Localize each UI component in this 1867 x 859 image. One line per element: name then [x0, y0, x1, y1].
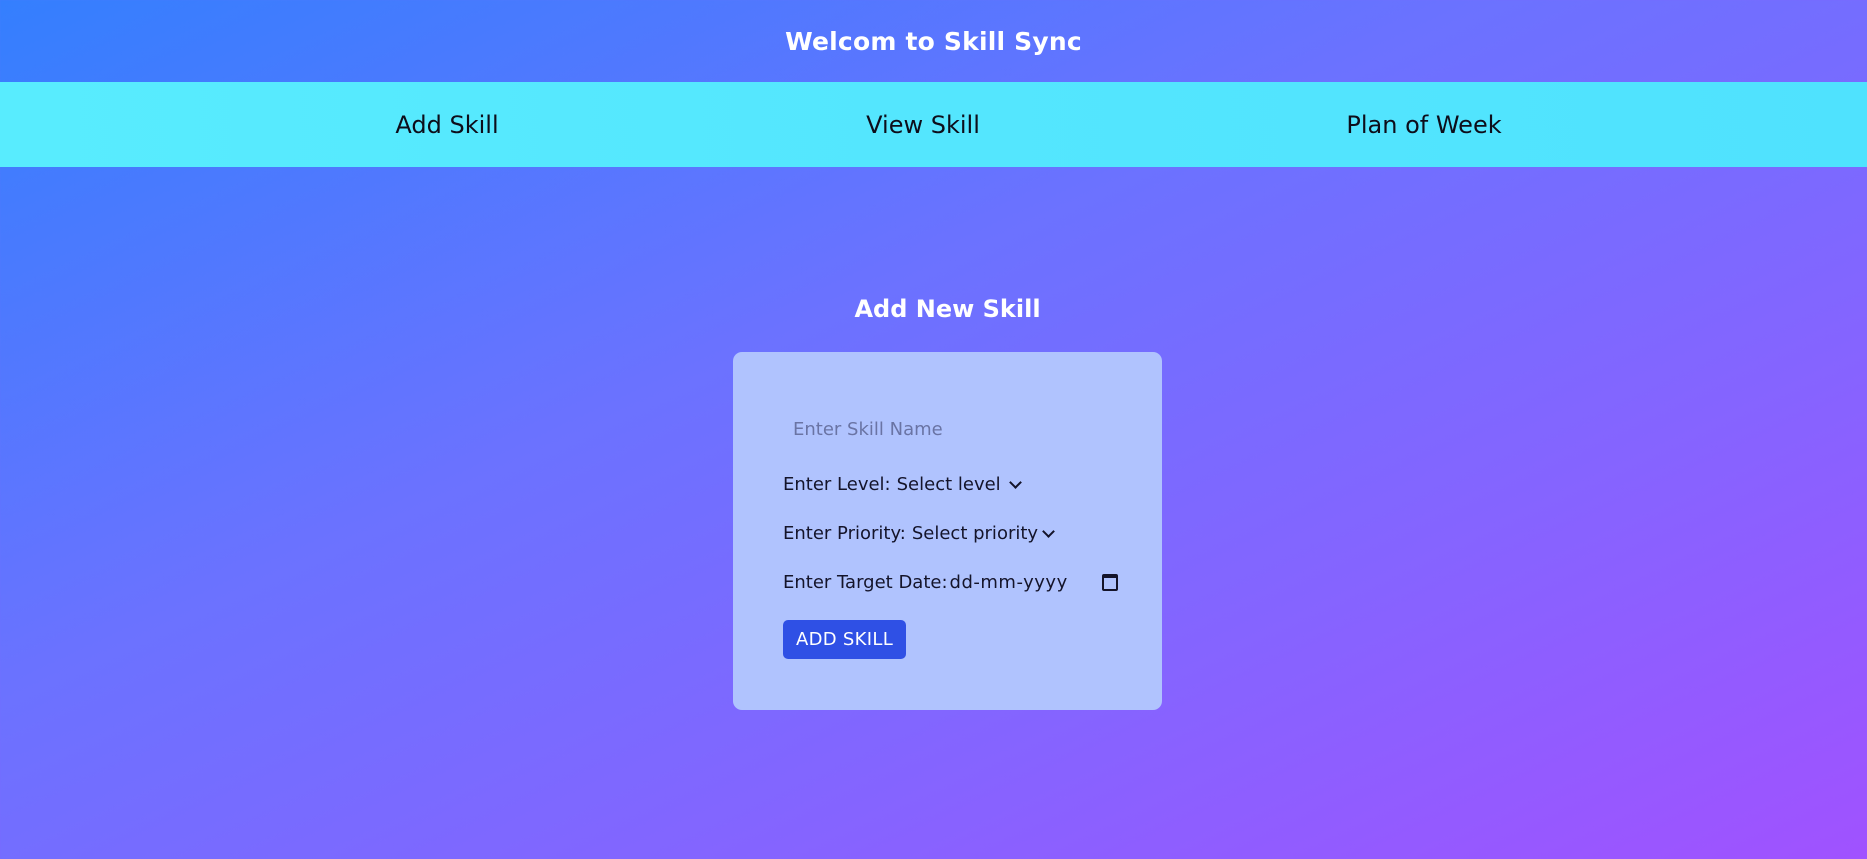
chevron-down-icon — [1008, 475, 1022, 489]
target-date-label: Enter Target Date: — [783, 572, 948, 593]
priority-row: Enter Priority: Select priority — [783, 523, 1055, 544]
target-date-row: Enter Target Date: dd-mm-yyyy — [783, 572, 1118, 593]
add-skill-button[interactable]: ADD SKILL — [783, 620, 906, 659]
main-navbar: Add Skill View Skill Plan of Week — [0, 82, 1867, 167]
level-select[interactable]: Select level — [896, 474, 1022, 495]
priority-select[interactable]: Select priority — [911, 523, 1055, 544]
level-label: Enter Level: — [783, 474, 891, 495]
calendar-icon[interactable] — [1101, 574, 1118, 591]
nav-view-skill[interactable]: View Skill — [866, 82, 980, 167]
level-select-value: Select level — [896, 474, 1001, 495]
priority-label: Enter Priority: — [783, 523, 906, 544]
chevron-down-icon — [1042, 524, 1055, 538]
app-title: Welcom to Skill Sync — [785, 26, 1082, 56]
page-header: Welcom to Skill Sync — [0, 0, 1867, 82]
level-row: Enter Level: Select level — [783, 474, 1022, 495]
nav-add-skill[interactable]: Add Skill — [395, 82, 498, 167]
priority-select-value: Select priority — [911, 523, 1039, 544]
form-title: Add New Skill — [854, 295, 1041, 323]
nav-plan-of-week[interactable]: Plan of Week — [1346, 82, 1501, 167]
target-date-input[interactable]: dd-mm-yyyy — [950, 572, 1068, 593]
add-skill-form: Enter Level: Select level Enter Priority… — [733, 352, 1162, 710]
skill-name-input[interactable] — [783, 412, 1083, 446]
